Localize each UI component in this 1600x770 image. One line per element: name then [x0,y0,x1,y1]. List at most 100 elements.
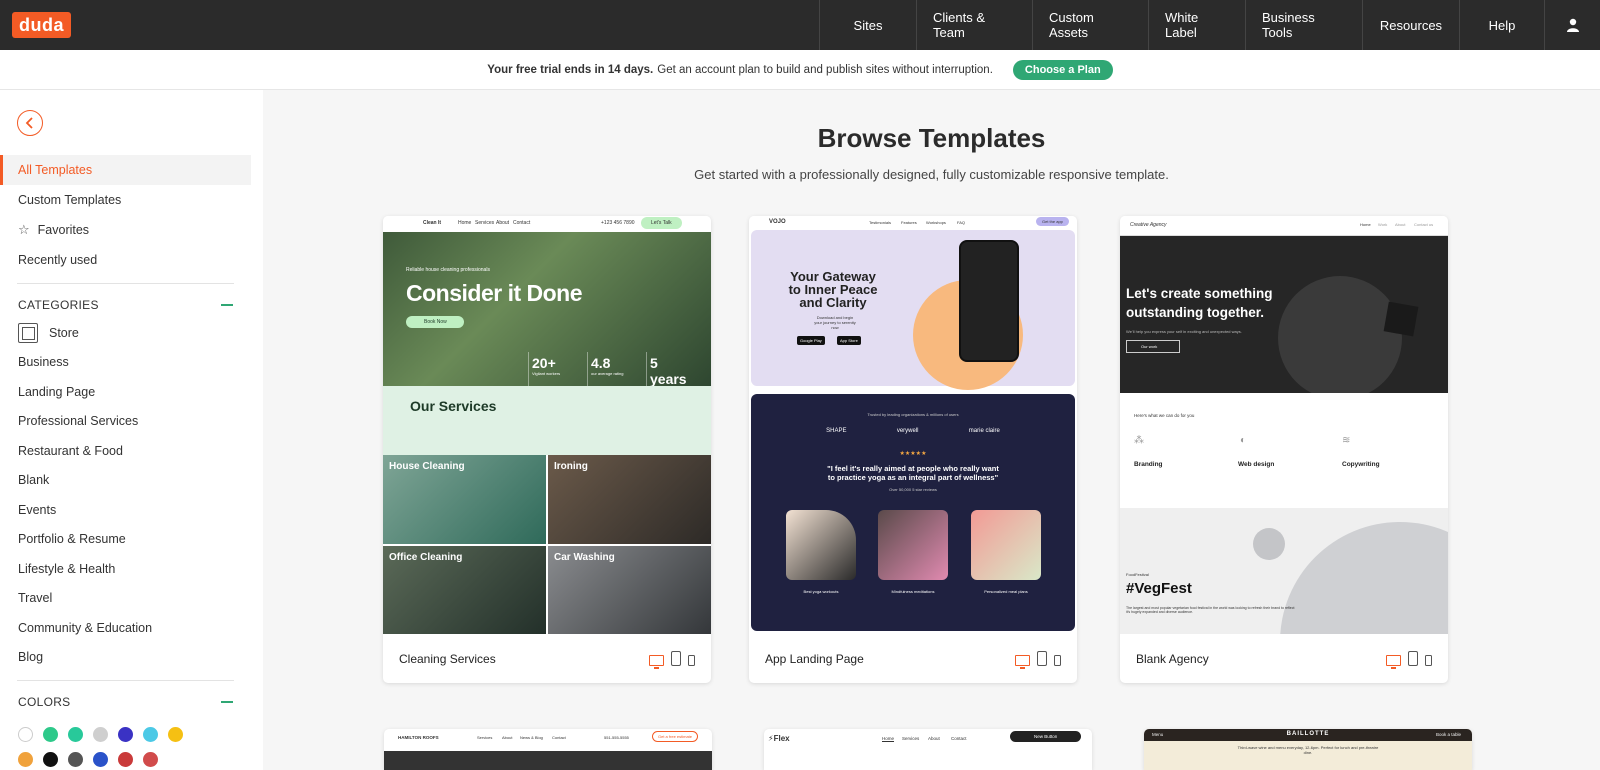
color-swatch[interactable] [143,752,158,767]
desktop-icon[interactable] [649,655,664,669]
category-travel[interactable]: Travel [0,584,251,614]
preview-stat-value: 20+ [532,355,556,371]
preview-features: Here's what we can do for you ⁂ ◐ ≋ Bran… [1120,393,1448,508]
preview-intro: Here's what we can do for you [1134,413,1195,418]
color-swatch[interactable] [43,752,58,767]
color-swatch[interactable] [18,727,33,742]
preview-nav-item: About [502,735,513,740]
preview-cta: Get the app [1036,217,1069,226]
menu-recently-used[interactable]: Recently used [0,245,251,275]
preview-tile: House Cleaning [383,455,546,544]
menu-favorites[interactable]: ☆ Favorites [0,215,251,245]
category-restaurant-food[interactable]: Restaurant & Food [0,436,251,466]
color-swatch[interactable] [43,727,58,742]
preview-hero: Your Gateway to Inner Peace and Clarity … [751,230,1075,390]
choose-plan-button[interactable]: Choose a Plan [1012,59,1113,80]
template-preview[interactable]: VOJO Testimonials Features Workshops FAQ… [749,216,1077,634]
preview-tile: Ironing [548,455,711,544]
chevron-left-icon [25,117,33,129]
phone-icon[interactable] [1425,655,1432,666]
preview-logo: SHAPE [826,428,847,434]
category-blank[interactable]: Blank [0,466,251,496]
color-swatch[interactable] [68,727,83,742]
preview-stat-label: our average rating [591,371,624,376]
tablet-icon[interactable] [1408,651,1418,666]
preview-feature: Branding [1134,461,1163,468]
nav-clients-team[interactable]: Clients & Team [916,0,1032,50]
tablet-icon[interactable] [1037,651,1047,666]
category-community-education[interactable]: Community & Education [0,613,251,643]
preview-logos: SHAPE verywell marie claire [751,428,1075,434]
preview-stats: 20+ Vigilant workers 4.8 our average ratin… [528,352,701,392]
color-swatch[interactable] [143,727,158,742]
nav-resources[interactable]: Resources [1362,0,1459,50]
template-name: App Landing Page [765,651,864,666]
template-preview[interactable]: Clean It Home Services About Contact +12… [383,216,711,634]
desktop-icon[interactable] [1386,655,1401,669]
menu-custom-templates[interactable]: Custom Templates [0,185,251,215]
template-card-cleaning-services[interactable]: Clean It Home Services About Contact +12… [383,216,711,683]
preview-store-badge: App Store [837,336,861,345]
preview-brand: Creative Agency [1130,222,1167,228]
preview-title: Consider it Done [406,280,583,306]
nav-help[interactable]: Help [1459,0,1544,50]
template-card-baillotte[interactable]: Menu BAILLOTTE Book a table Third-wave w… [1144,729,1472,770]
color-swatches-row-2 [18,752,158,767]
preview-fest-kicker: FoodFestival [1126,572,1149,577]
preview-nav-item: Contact [951,736,967,741]
template-menu: All Templates Custom Templates ☆ Favorit… [0,155,251,715]
category-landing-page[interactable]: Landing Page [0,377,251,407]
desktop-icon[interactable] [1015,655,1030,669]
category-store[interactable]: Store [0,318,251,348]
category-professional-services[interactable]: Professional Services [0,407,251,437]
category-portfolio-resume[interactable]: Portfolio & Resume [0,525,251,555]
menu-all-templates[interactable]: All Templates [0,155,251,185]
back-button[interactable] [17,110,43,136]
preview-nav: VOJO Testimonials Features Workshops FAQ… [749,216,1077,230]
nav-white-label[interactable]: White Label [1148,0,1245,50]
nav-sites[interactable]: Sites [819,0,916,50]
collapse-icon[interactable] [221,304,233,306]
template-card-flex[interactable]: ⚡Flex Home Services About Contact New Bu… [764,729,1092,770]
preview-image [878,510,948,580]
color-swatch[interactable] [168,727,183,742]
template-card-app-landing-page[interactable]: VOJO Testimonials Features Workshops FAQ… [749,216,1077,683]
card-footer: Cleaning Services [383,634,711,683]
preview-service-grid: House Cleaning Ironing Office Cleaning C… [383,455,711,634]
store-icon [18,322,38,343]
colors-header[interactable]: COLORS [0,689,251,715]
template-card-roofing[interactable]: HAMILTON ROOFS Services About News & Blo… [384,729,712,770]
page-title: Browse Templates [817,123,1046,153]
color-swatch[interactable] [18,752,33,767]
color-swatch[interactable] [118,752,133,767]
template-preview[interactable]: Creative Agency Home Work About Contact … [1120,216,1448,634]
template-card-blank-agency[interactable]: Creative Agency Home Work About Contact … [1120,216,1448,683]
category-business[interactable]: Business [0,348,251,378]
main-content: Browse Templates Get started with a prof… [263,90,1600,770]
preview-decor [1280,522,1448,634]
duda-logo[interactable]: duda [12,12,71,38]
tablet-icon[interactable] [671,651,681,666]
color-swatch[interactable] [68,752,83,767]
categories-header[interactable]: CATEGORIES [0,292,251,318]
preview-stat: 20+ Vigilant workers [528,352,583,386]
color-swatch[interactable] [93,752,108,767]
color-swatch[interactable] [93,727,108,742]
preview-cta: Let's Talk [641,217,682,229]
preview-brand-label: Flex [773,734,790,743]
device-icons [1015,651,1061,669]
phone-icon[interactable] [688,655,695,666]
category-blog[interactable]: Blog [0,643,251,673]
nav-custom-assets[interactable]: Custom Assets [1032,0,1148,50]
user-menu-button[interactable] [1544,0,1600,50]
color-swatch[interactable] [118,727,133,742]
phone-icon[interactable] [1054,655,1061,666]
collapse-icon[interactable] [221,701,233,703]
preview-logo: verywell [896,428,919,434]
preview-cta: New Button [1010,731,1082,742]
preview-stat-value: 4.8 [591,355,611,371]
category-events[interactable]: Events [0,495,251,525]
preview-store-badge: Google Play [797,336,825,345]
category-lifestyle-health[interactable]: Lifestyle & Health [0,554,251,584]
nav-business-tools[interactable]: Business Tools [1245,0,1362,50]
